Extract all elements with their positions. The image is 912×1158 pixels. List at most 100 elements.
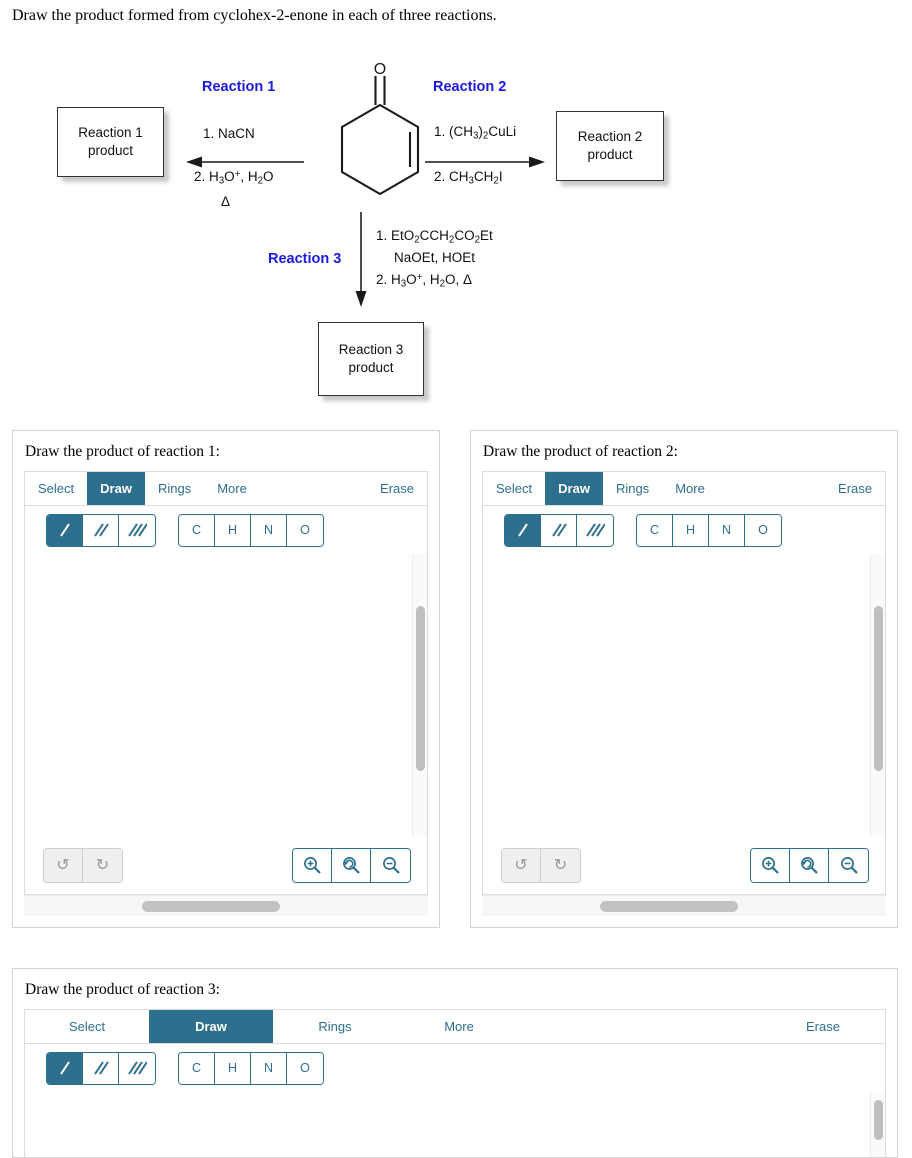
panel-2-horizontal-scrollbar[interactable]: [482, 895, 886, 916]
reaction-2-reagent-step1: 1. (CH3)2CuLi: [434, 123, 517, 142]
triple-bond-button[interactable]: [119, 514, 155, 546]
single-bond-icon: [59, 1061, 70, 1075]
element-button-o[interactable]: O: [287, 514, 323, 546]
zoom-in-icon: [762, 857, 779, 874]
panel-1-drawing-canvas[interactable]: [25, 554, 427, 836]
zoom-reset-button[interactable]: [332, 848, 371, 882]
tab-select[interactable]: Select: [483, 472, 545, 505]
panel-3-drawing-canvas[interactable]: [25, 1092, 885, 1157]
panel-1-horizontal-scrollbar[interactable]: [24, 895, 428, 916]
panel-3-vertical-scrollbar[interactable]: [870, 1092, 885, 1157]
panel-1-hscroll-thumb[interactable]: [142, 901, 280, 912]
element-button-o[interactable]: O: [745, 514, 781, 546]
panel-3-vscroll-thumb[interactable]: [874, 1100, 883, 1140]
panel-1-vertical-scrollbar[interactable]: [412, 554, 427, 836]
bond-type-group: [46, 513, 156, 547]
element-button-n[interactable]: N: [709, 514, 745, 546]
double-bond-icon: [551, 523, 567, 537]
element-button-n[interactable]: N: [251, 514, 287, 546]
tab-draw[interactable]: Draw: [149, 1010, 273, 1043]
zoom-reset-button[interactable]: [790, 848, 829, 882]
tab-rings[interactable]: Rings: [145, 472, 204, 505]
draw-panel-reaction-3: Draw the product of reaction 3: Select D…: [12, 968, 898, 1158]
element-button-o[interactable]: O: [287, 1052, 323, 1084]
panel-3-title: Draw the product of reaction 3:: [25, 981, 220, 998]
double-bond-button[interactable]: [83, 514, 119, 546]
single-bond-icon: [517, 523, 528, 537]
triple-bond-button[interactable]: [119, 1052, 155, 1084]
panel-1-canvas-footer: ↺ ↻: [25, 836, 427, 894]
element-button-h[interactable]: H: [215, 514, 251, 546]
arrow-left-reaction-1: [186, 156, 304, 168]
element-button-h[interactable]: H: [673, 514, 709, 546]
element-group: C H N O: [178, 513, 324, 547]
history-group: ↺ ↻: [501, 847, 581, 883]
panel-2-hscroll-thumb[interactable]: [600, 901, 738, 912]
draw-panel-reaction-1: Draw the product of reaction 1: Select D…: [12, 430, 440, 928]
element-button-c[interactable]: C: [179, 514, 215, 546]
reaction-scheme: O Reaction 1 1. NaCN 2. H3O+, H2O Δ Reac…: [0, 27, 912, 417]
panel-2-vertical-scrollbar[interactable]: [870, 554, 885, 836]
panel-2-vscroll-thumb[interactable]: [874, 606, 883, 771]
single-bond-button[interactable]: [505, 514, 541, 546]
triple-bond-button[interactable]: [577, 514, 613, 546]
reaction-3-product-box: Reaction 3 product: [318, 321, 424, 396]
draw-panel-reaction-2: Draw the product of reaction 2: Select D…: [470, 430, 898, 928]
tab-select[interactable]: Select: [25, 1010, 149, 1043]
tab-draw[interactable]: Draw: [545, 472, 603, 505]
tab-draw[interactable]: Draw: [87, 472, 145, 505]
zoom-out-icon: [840, 857, 858, 874]
reaction-2-reagent-step2: 2. CH3CH2I: [434, 168, 503, 187]
single-bond-button[interactable]: [47, 514, 83, 546]
zoom-reset-icon: [801, 857, 818, 874]
tab-more[interactable]: More: [397, 1010, 521, 1043]
tab-rings[interactable]: Rings: [273, 1010, 397, 1043]
tab-erase[interactable]: Erase: [367, 472, 427, 505]
element-button-h[interactable]: H: [215, 1052, 251, 1084]
reaction-1-product-label: Reaction 1 product: [78, 124, 143, 158]
undo-button[interactable]: ↺: [502, 848, 541, 882]
redo-button[interactable]: ↻: [83, 848, 122, 882]
tab-rings[interactable]: Rings: [603, 472, 662, 505]
redo-button[interactable]: ↻: [541, 848, 580, 882]
reaction-1-label: Reaction 1: [202, 78, 276, 95]
triple-bond-icon: [128, 523, 147, 537]
tab-erase[interactable]: Erase: [761, 1010, 885, 1043]
double-bond-icon: [93, 523, 109, 537]
element-button-n[interactable]: N: [251, 1052, 287, 1084]
double-bond-icon: [93, 1061, 109, 1075]
arrow-right-reaction-2: [425, 156, 545, 168]
bond-type-group: [504, 513, 614, 547]
arrow-down-reaction-3: [355, 211, 367, 307]
zoom-group: [292, 847, 411, 883]
panel-3-tabbar: Select Draw Rings More Erase: [25, 1010, 885, 1044]
tab-erase[interactable]: Erase: [825, 472, 885, 505]
zoom-out-button[interactable]: [829, 848, 868, 882]
reaction-3-reagent-step1: 1. EtO2CCH2CO2Et: [376, 227, 493, 246]
panel-2-title: Draw the product of reaction 2:: [483, 443, 678, 460]
oxygen-label: O: [374, 62, 386, 78]
panel-1-vscroll-thumb[interactable]: [416, 606, 425, 771]
reaction-3-reagent-step2: 2. H3O+, H2O, Δ: [376, 271, 473, 290]
tab-select[interactable]: Select: [25, 472, 87, 505]
zoom-in-button[interactable]: [751, 848, 790, 882]
tab-more[interactable]: More: [204, 472, 260, 505]
single-bond-icon: [59, 523, 70, 537]
panel-1-canvas-wrap: ↺ ↻: [24, 554, 428, 895]
double-bond-button[interactable]: [541, 514, 577, 546]
element-group: C H N O: [636, 513, 782, 547]
undo-button[interactable]: ↺: [44, 848, 83, 882]
panel-2-canvas-footer: ↺ ↻: [483, 836, 885, 894]
zoom-in-button[interactable]: [293, 848, 332, 882]
single-bond-button[interactable]: [47, 1052, 83, 1084]
panel-3-canvas-wrap: [24, 1092, 886, 1157]
bond-type-group: [46, 1051, 156, 1085]
element-button-c[interactable]: C: [179, 1052, 215, 1084]
tab-more[interactable]: More: [662, 472, 718, 505]
element-button-c[interactable]: C: [637, 514, 673, 546]
panel-2-canvas-wrap: ↺ ↻: [482, 554, 886, 895]
double-bond-button[interactable]: [83, 1052, 119, 1084]
zoom-out-button[interactable]: [371, 848, 410, 882]
panel-2-drawing-canvas[interactable]: [483, 554, 885, 836]
panel-2-editor-toolbar: Select Draw Rings More Erase C H N O: [482, 471, 886, 554]
